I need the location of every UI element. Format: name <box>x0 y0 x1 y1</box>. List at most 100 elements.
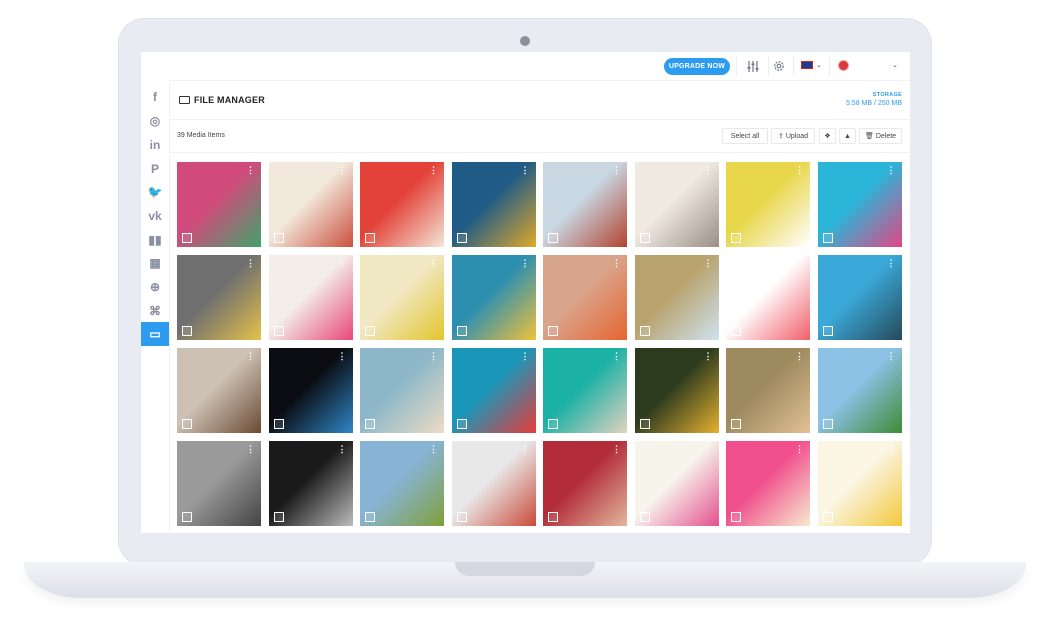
sidebar-item-command[interactable]: ⌘ <box>141 299 169 323</box>
select-checkbox[interactable] <box>822 326 833 336</box>
media-tile[interactable]: ⋮ <box>726 441 810 526</box>
chevron-down-icon[interactable]: ⌄ <box>816 61 822 69</box>
more-menu-icon[interactable]: ⋮ <box>429 445 438 454</box>
sidebar-item-calendar[interactable]: ▦ <box>141 251 169 275</box>
more-menu-icon[interactable]: ⋮ <box>887 445 896 454</box>
select-checkbox[interactable] <box>731 419 741 429</box>
select-checkbox[interactable] <box>273 233 284 243</box>
media-tile[interactable]: ⋮ <box>451 348 536 433</box>
delete-button[interactable]: 🗑 Delete <box>859 128 902 144</box>
chevron-down-icon[interactable]: ⌄ <box>892 61 898 69</box>
select-all-button[interactable]: Select all <box>722 128 768 144</box>
select-checkbox[interactable] <box>365 326 375 336</box>
sliders-icon[interactable] <box>742 56 764 76</box>
media-tile[interactable]: ⋮ <box>634 162 719 247</box>
select-checkbox[interactable] <box>731 326 741 336</box>
more-menu-icon[interactable]: ⋮ <box>704 166 713 175</box>
more-menu-icon[interactable]: ⋮ <box>887 166 896 175</box>
more-menu-icon[interactable]: ⋮ <box>887 352 896 361</box>
media-tile[interactable]: ⋮ <box>360 162 444 247</box>
select-checkbox[interactable] <box>731 233 741 243</box>
more-menu-icon[interactable]: ⋮ <box>429 352 438 361</box>
more-menu-icon[interactable]: ⋮ <box>795 259 804 268</box>
media-tile[interactable]: ⋮ <box>543 255 627 340</box>
sidebar-item-linkedin[interactable]: in <box>141 133 169 157</box>
select-checkbox[interactable] <box>548 233 558 243</box>
select-checkbox[interactable] <box>182 419 192 429</box>
upgrade-now-button[interactable]: UPGRADE NOW <box>664 58 730 75</box>
more-menu-icon[interactable]: ⋮ <box>338 445 347 454</box>
more-menu-icon[interactable]: ⋮ <box>521 166 530 175</box>
upload-button[interactable]: ⇪ Upload <box>771 128 815 144</box>
more-menu-icon[interactable]: ⋮ <box>612 445 621 454</box>
more-menu-icon[interactable]: ⋮ <box>246 259 255 268</box>
media-tile[interactable]: ⋮ <box>451 162 536 247</box>
dropbox-button[interactable]: ❖ <box>819 128 836 144</box>
media-tile[interactable]: ⋮ <box>177 441 261 526</box>
media-tile[interactable]: ⋮ <box>634 441 719 526</box>
more-menu-icon[interactable]: ⋮ <box>704 259 713 268</box>
sidebar-item-file-manager[interactable]: ▭ <box>141 322 169 346</box>
select-checkbox[interactable] <box>456 512 467 522</box>
media-tile[interactable]: ⋮ <box>268 255 353 340</box>
media-tile[interactable]: ⋮ <box>726 348 810 433</box>
media-tile[interactable]: ⋮ <box>451 255 536 340</box>
gear-icon[interactable] <box>768 56 790 76</box>
more-menu-icon[interactable]: ⋮ <box>795 166 804 175</box>
media-tile[interactable]: ⋮ <box>177 348 261 433</box>
media-tile[interactable]: ⋮ <box>817 255 902 340</box>
select-checkbox[interactable] <box>365 233 375 243</box>
google-drive-button[interactable]: ▲ <box>839 128 856 144</box>
more-menu-icon[interactable]: ⋮ <box>429 259 438 268</box>
media-tile[interactable]: ⋮ <box>726 162 810 247</box>
select-checkbox[interactable] <box>456 326 467 336</box>
more-menu-icon[interactable]: ⋮ <box>887 259 896 268</box>
media-tile[interactable]: ⋮ <box>360 255 444 340</box>
media-tile[interactable]: ⋮ <box>543 162 627 247</box>
media-tile[interactable]: ⋮ <box>177 162 261 247</box>
sidebar-item-pinterest[interactable]: P <box>141 157 169 181</box>
more-menu-icon[interactable]: ⋮ <box>338 166 347 175</box>
sidebar-item-analytics[interactable]: ▮▮ <box>141 228 169 252</box>
avatar[interactable] <box>838 60 849 71</box>
media-tile[interactable]: ⋮ <box>268 162 353 247</box>
select-checkbox[interactable] <box>273 419 284 429</box>
select-checkbox[interactable] <box>548 512 558 522</box>
select-checkbox[interactable] <box>639 233 650 243</box>
media-tile[interactable]: ⋮ <box>634 348 719 433</box>
media-tile[interactable]: ⋮ <box>817 441 902 526</box>
sidebar-item-instagram[interactable]: ◎ <box>141 109 169 133</box>
more-menu-icon[interactable]: ⋮ <box>704 445 713 454</box>
more-menu-icon[interactable]: ⋮ <box>521 352 530 361</box>
media-tile[interactable]: ⋮ <box>268 348 353 433</box>
more-menu-icon[interactable]: ⋮ <box>338 259 347 268</box>
media-tile[interactable]: ⋮ <box>360 348 444 433</box>
media-tile[interactable]: ⋮ <box>817 348 902 433</box>
select-checkbox[interactable] <box>273 512 284 522</box>
select-checkbox[interactable] <box>365 419 375 429</box>
more-menu-icon[interactable]: ⋮ <box>612 259 621 268</box>
flag-uk-icon[interactable] <box>801 61 813 69</box>
more-menu-icon[interactable]: ⋮ <box>338 352 347 361</box>
media-tile[interactable]: ⋮ <box>634 255 719 340</box>
media-tile[interactable]: ⋮ <box>543 348 627 433</box>
media-tile[interactable]: ⋮ <box>268 441 353 526</box>
media-tile[interactable]: ⋮ <box>543 441 627 526</box>
more-menu-icon[interactable]: ⋮ <box>246 445 255 454</box>
media-tile[interactable]: ⋮ <box>726 255 810 340</box>
select-checkbox[interactable] <box>639 512 650 522</box>
more-menu-icon[interactable]: ⋮ <box>246 166 255 175</box>
select-checkbox[interactable] <box>639 326 650 336</box>
media-tile[interactable]: ⋮ <box>817 162 902 247</box>
more-menu-icon[interactable]: ⋮ <box>521 445 530 454</box>
media-tile[interactable]: ⋮ <box>360 441 444 526</box>
select-checkbox[interactable] <box>731 512 741 522</box>
sidebar-item-add[interactable]: ⊕ <box>141 275 169 299</box>
select-checkbox[interactable] <box>639 419 650 429</box>
select-checkbox[interactable] <box>182 233 192 243</box>
select-checkbox[interactable] <box>365 512 375 522</box>
select-checkbox[interactable] <box>273 326 284 336</box>
select-checkbox[interactable] <box>548 326 558 336</box>
media-tile[interactable]: ⋮ <box>451 441 536 526</box>
select-checkbox[interactable] <box>456 233 467 243</box>
